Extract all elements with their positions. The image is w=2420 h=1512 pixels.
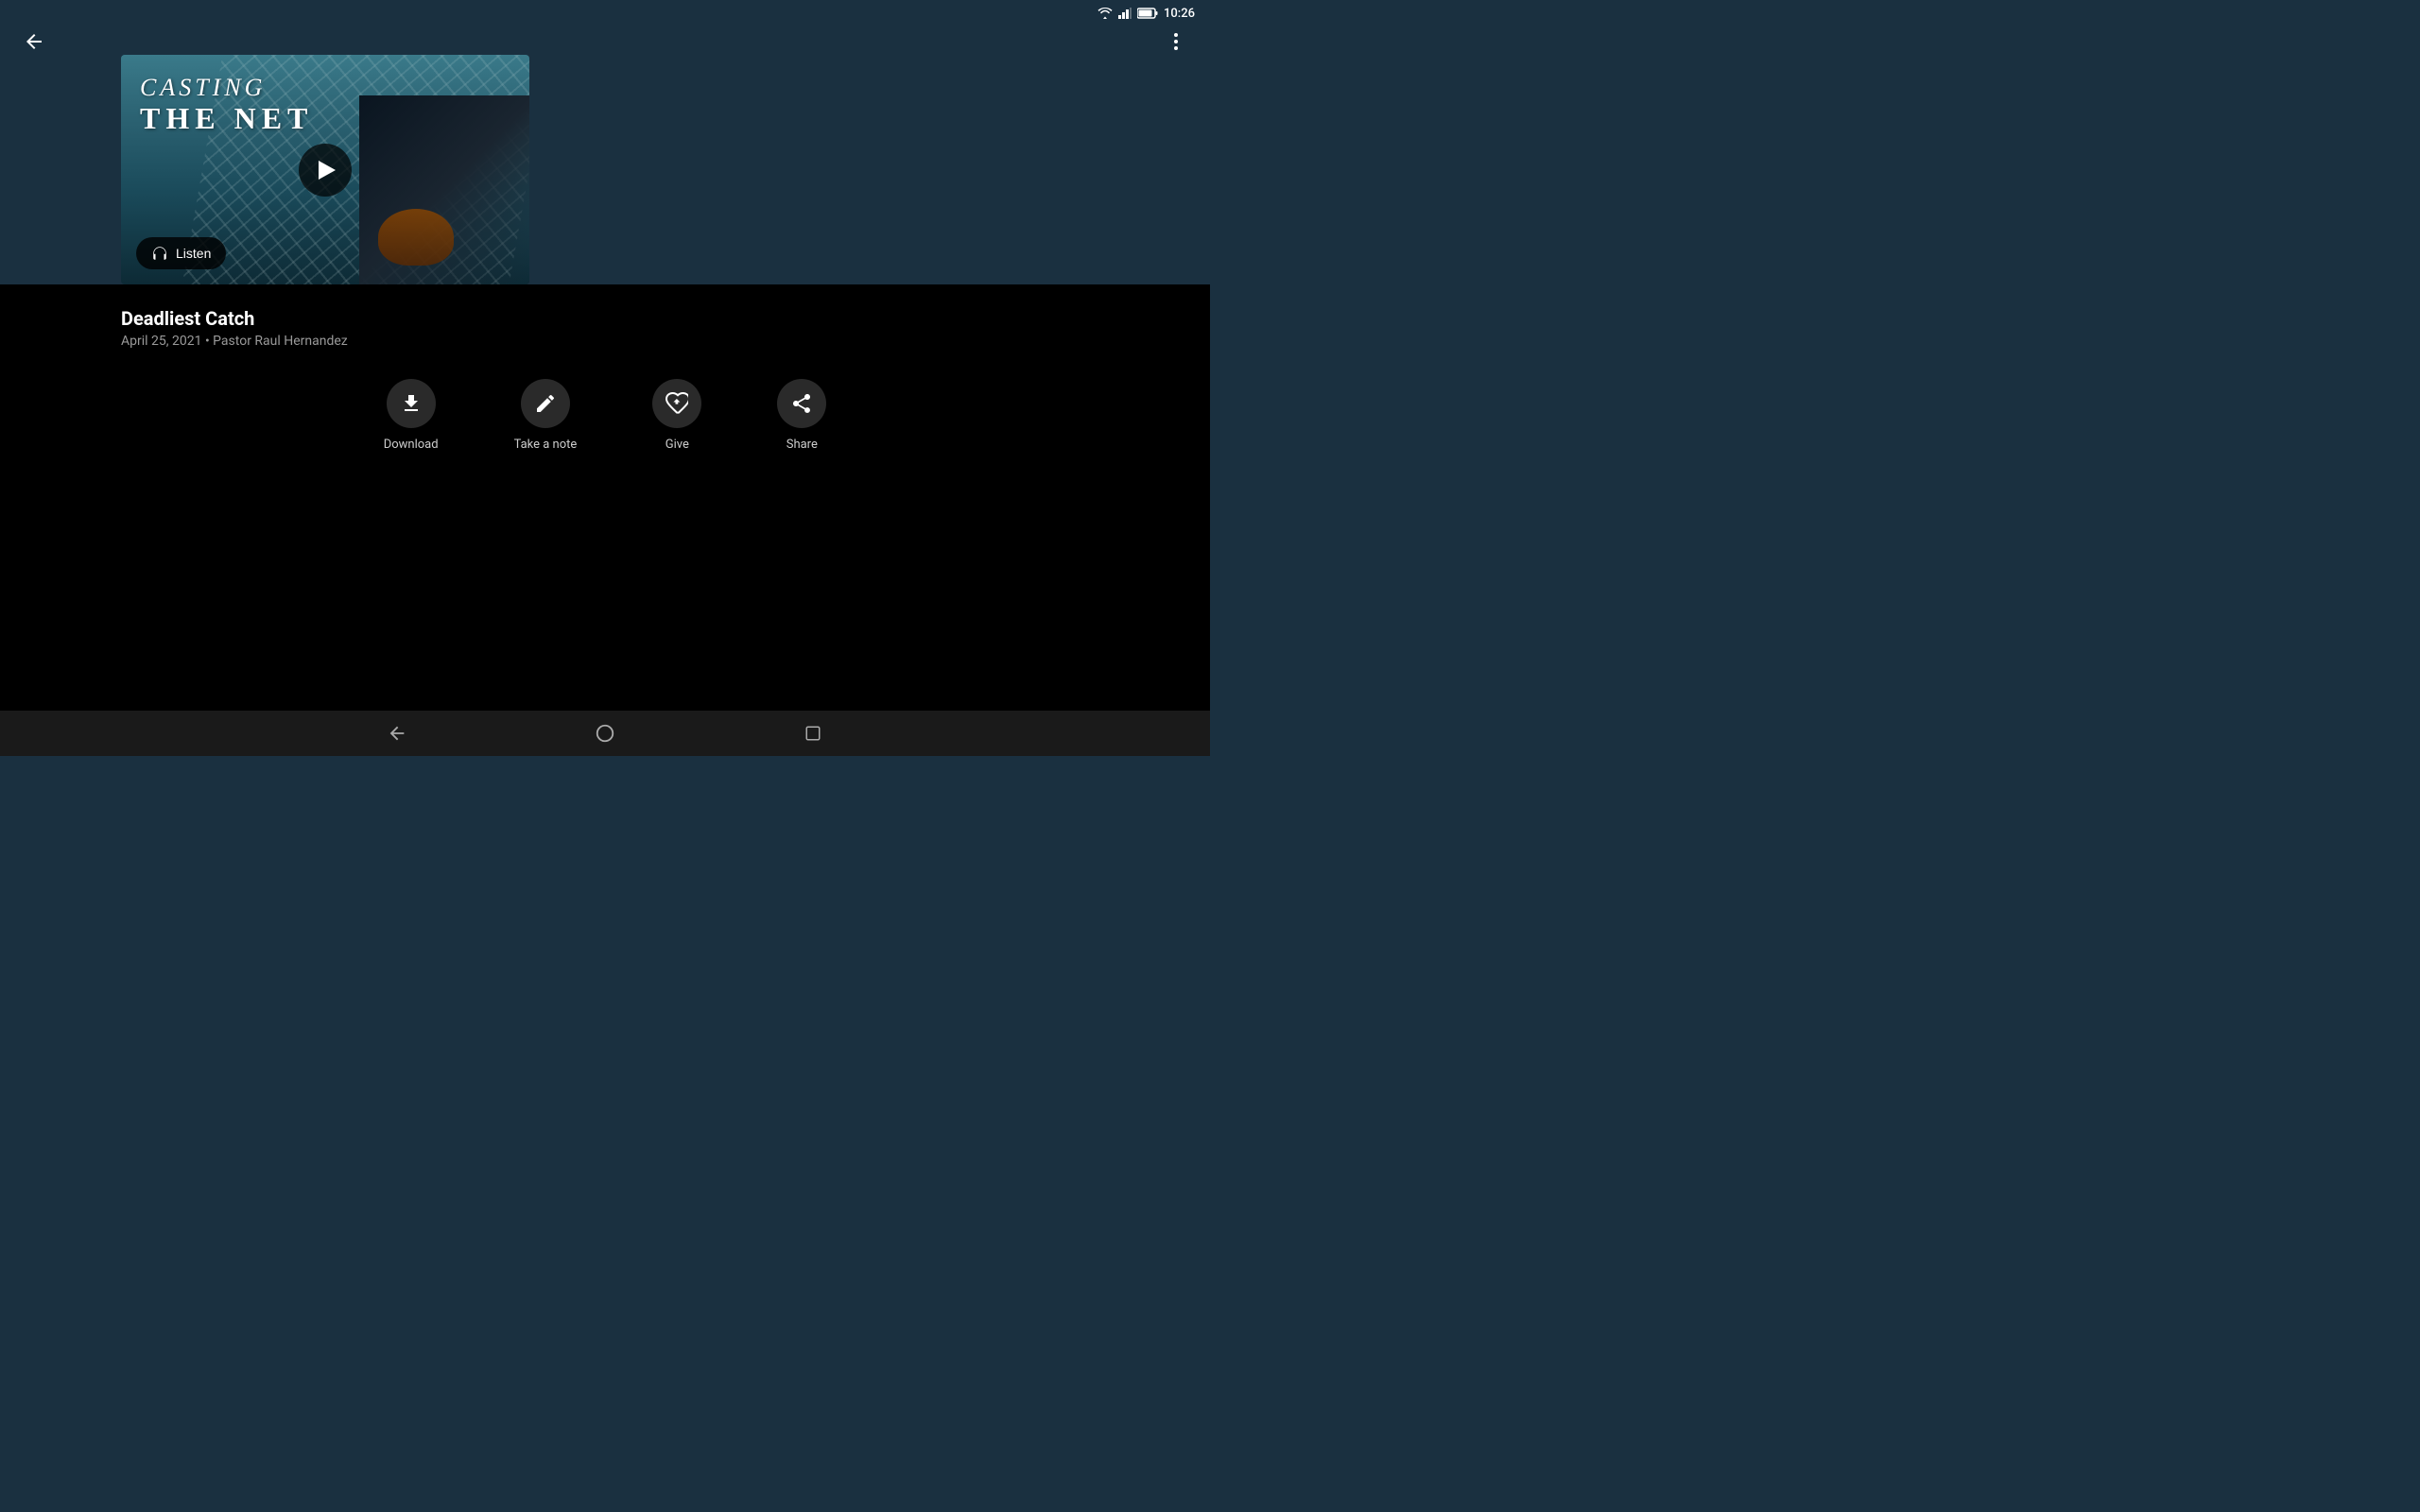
sermon-title: Deadliest Catch <box>0 284 1210 334</box>
status-time: 10:26 <box>1164 7 1195 21</box>
sermon-pastor: Pastor Raul Hernandez <box>213 334 348 349</box>
content-area: Deadliest Catch April 25, 2021 • Pastor … <box>0 284 1210 756</box>
give-icon <box>666 392 688 415</box>
battery-icon <box>1137 8 1158 19</box>
sermon-meta: April 25, 2021 • Pastor Raul Hernandez <box>0 334 1210 349</box>
more-options-icon <box>1165 30 1187 53</box>
video-title-overlay: CASTING THE NET <box>140 74 313 135</box>
video-thumbnail: CASTING THE NET Listen <box>121 55 529 284</box>
listen-button[interactable]: Listen <box>136 237 226 269</box>
sermon-separator: • <box>205 334 210 349</box>
the-net-text: THE NET <box>140 102 313 135</box>
note-icon-circle <box>521 379 570 428</box>
nav-back-icon <box>387 723 407 744</box>
share-label: Share <box>786 438 818 452</box>
listen-label: Listen <box>176 246 211 261</box>
share-icon-circle <box>777 379 826 428</box>
play-button[interactable] <box>299 144 352 197</box>
download-icon <box>400 392 423 415</box>
video-background: CASTING THE NET Listen <box>121 55 529 284</box>
give-action[interactable]: Give <box>652 379 701 452</box>
headphones-icon <box>151 245 168 262</box>
status-icons: 10:26 <box>1098 7 1195 21</box>
action-row: Download Take a note Give <box>0 349 1210 474</box>
note-icon <box>534 392 557 415</box>
bottom-nav <box>0 711 1210 756</box>
wifi-icon <box>1098 8 1113 19</box>
download-icon-circle <box>387 379 436 428</box>
share-icon <box>790 392 813 415</box>
back-button[interactable] <box>15 23 53 60</box>
share-action[interactable]: Share <box>777 379 826 452</box>
take-a-note-label: Take a note <box>514 438 578 452</box>
nav-recent-button[interactable] <box>794 714 832 752</box>
signal-icon <box>1118 8 1132 19</box>
download-label: Download <box>384 438 439 452</box>
status-bar: 10:26 <box>0 0 1210 26</box>
sermon-date: April 25, 2021 <box>121 334 201 349</box>
nav-home-icon <box>595 723 615 744</box>
take-a-note-action[interactable]: Take a note <box>514 379 578 452</box>
more-options-button[interactable] <box>1157 23 1195 60</box>
basket-element <box>378 209 454 266</box>
nav-back-button[interactable] <box>378 714 416 752</box>
give-icon-circle <box>652 379 701 428</box>
play-triangle-icon <box>319 161 336 180</box>
back-arrow-icon <box>23 30 45 53</box>
nav-recent-icon <box>804 725 821 742</box>
download-action[interactable]: Download <box>384 379 439 452</box>
casting-text: CASTING <box>140 74 313 102</box>
nav-home-button[interactable] <box>586 714 624 752</box>
give-label: Give <box>666 438 689 452</box>
